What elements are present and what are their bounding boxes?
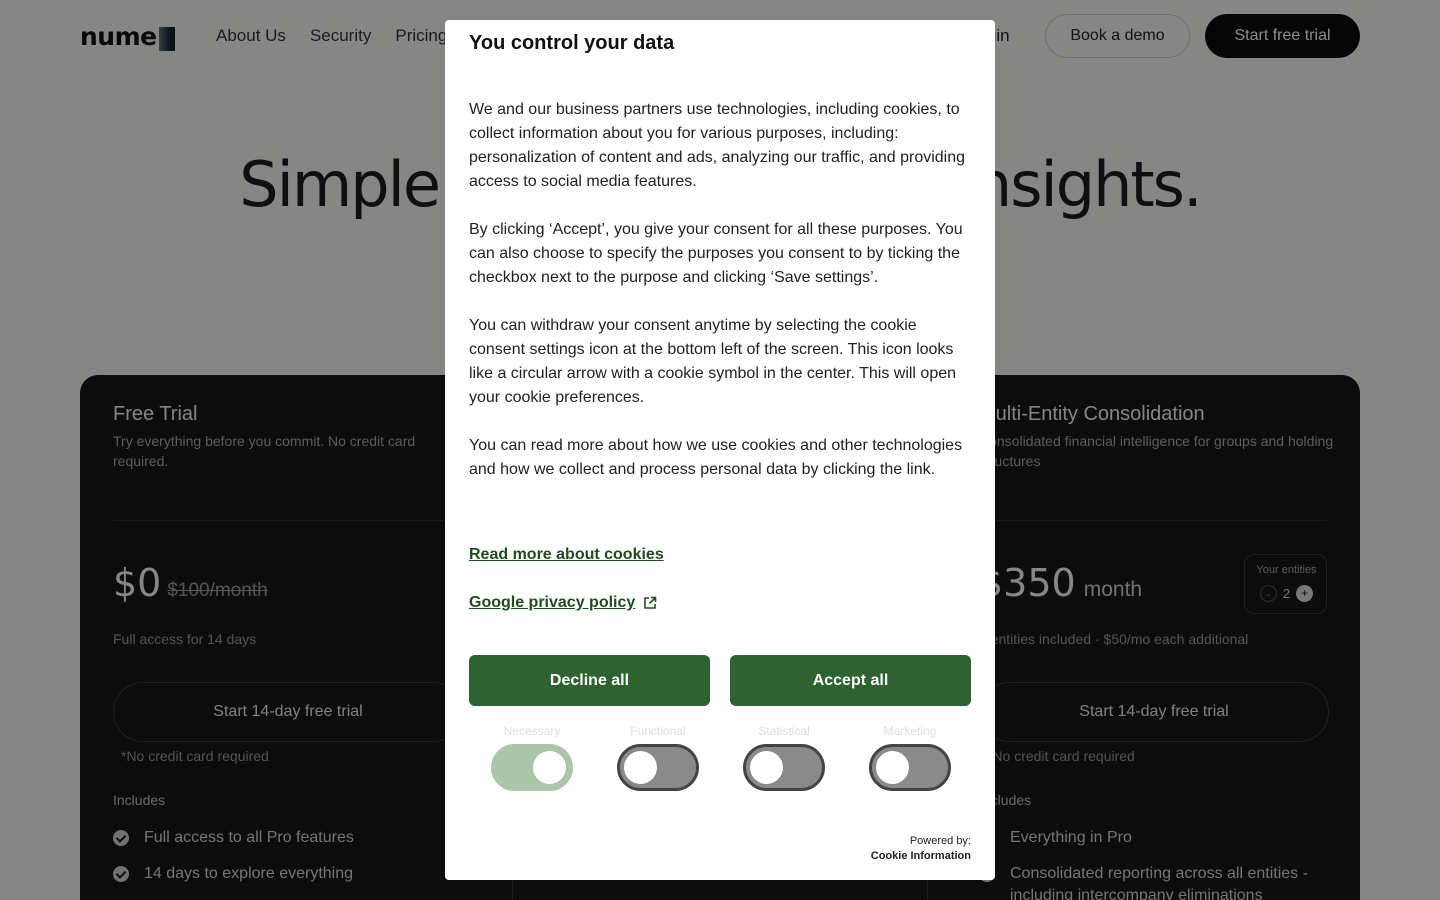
external-link-icon xyxy=(644,596,657,609)
consent-paragraph: By clicking ‘Accept’, you give your cons… xyxy=(469,221,963,286)
toggle-necessary: Necessary xyxy=(469,722,595,796)
switch-knob xyxy=(533,751,566,784)
consent-toggles: Necessary Functional Statistical Marketi… xyxy=(469,722,973,802)
decline-all-button[interactable]: Decline all xyxy=(469,655,710,706)
switch-knob xyxy=(750,751,783,784)
toggle-label: Necessary xyxy=(503,724,561,738)
toggle-marketing: Marketing xyxy=(847,722,973,796)
consent-paragraph: You can withdraw your consent anytime by… xyxy=(469,317,957,406)
consent-paragraph: We and our business partners use technol… xyxy=(469,101,966,190)
statistical-switch[interactable] xyxy=(743,744,825,791)
toggle-statistical: Statistical xyxy=(721,722,847,796)
toggle-functional: Functional xyxy=(595,722,721,796)
cookie-consent-dialog: You control your data We and our busines… xyxy=(445,20,995,880)
read-more-cookies-link[interactable]: Read more about cookies xyxy=(469,546,664,564)
consent-paragraph: You can read more about how we use cooki… xyxy=(469,437,963,478)
link-text: Read more about cookies xyxy=(469,546,664,563)
switch-knob xyxy=(876,751,909,784)
switch-knob xyxy=(624,751,657,784)
accept-all-button[interactable]: Accept all xyxy=(730,655,971,706)
powered-by-brand[interactable]: Cookie Information xyxy=(871,849,971,864)
link-text: Google privacy policy xyxy=(469,594,636,611)
toggle-label: Statistical xyxy=(758,724,810,738)
google-privacy-policy-link[interactable]: Google privacy policy xyxy=(469,594,657,612)
powered-by: Powered by: Cookie Information xyxy=(871,834,971,864)
functional-switch[interactable] xyxy=(617,744,699,791)
marketing-switch[interactable] xyxy=(869,744,951,791)
powered-by-label: Powered by: xyxy=(909,835,971,847)
necessary-switch[interactable] xyxy=(491,744,573,791)
toggle-label: Marketing xyxy=(883,724,937,738)
dialog-body: We and our business partners use technol… xyxy=(469,98,973,506)
dialog-title: You control your data xyxy=(469,32,675,54)
toggle-label: Functional xyxy=(630,724,686,738)
